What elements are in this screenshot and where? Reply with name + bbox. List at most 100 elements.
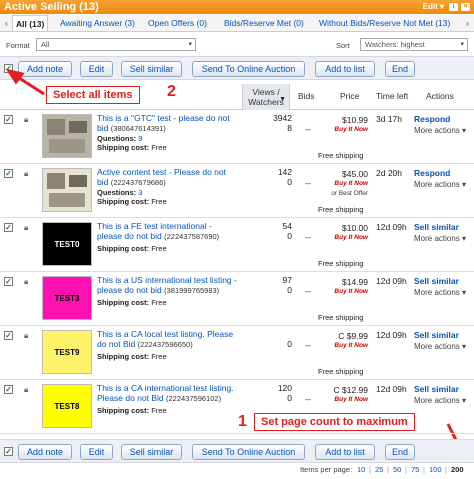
lock-icon: 🔒︎ <box>24 331 29 340</box>
buy-it-now-logo: Buy It Now <box>334 342 368 349</box>
item-thumbnail[interactable] <box>42 114 92 158</box>
page-size-25[interactable]: 25 <box>375 465 383 474</box>
price-block: $45.00 Buy It Now or Best Offer <box>318 169 368 199</box>
more-actions-dropdown[interactable]: More actions ▾ <box>414 126 466 135</box>
pager-separator: | <box>369 465 371 474</box>
time-left: 12d 09h <box>376 330 407 340</box>
add-note-button[interactable]: Add note <box>18 444 72 460</box>
questions-line: Questions: 9 <box>97 134 142 143</box>
free-shipping-label: Free shipping <box>318 313 364 322</box>
items-per-page-label: Items per page: <box>300 465 353 474</box>
select-all-checkbox-bottom[interactable]: ✓ <box>4 447 13 456</box>
item-id: (222437587690) <box>164 232 220 241</box>
shipping-label: Shipping cost: <box>97 406 150 415</box>
page-size-100[interactable]: 100 <box>429 465 442 474</box>
primary-action-link[interactable]: Sell similar <box>414 276 459 286</box>
item-title-link[interactable]: This is a CA local test listing. Please … <box>97 329 237 350</box>
questions-link[interactable]: 3 <box>138 188 142 197</box>
time-left: 2d 20h <box>376 168 402 178</box>
row-checkbox[interactable]: ✓ <box>4 331 13 340</box>
lock-icon: 🔒︎ <box>24 169 29 178</box>
row-checkbox[interactable]: ✓ <box>4 115 13 124</box>
primary-action-link[interactable]: Sell similar <box>414 222 459 232</box>
more-actions-dropdown[interactable]: More actions ▾ <box>414 342 466 351</box>
page-size-75[interactable]: 75 <box>411 465 419 474</box>
item-title-link[interactable]: Active content test - Please do not bid … <box>97 167 237 188</box>
item-id: (380647614391) <box>110 124 166 133</box>
time-left: 12d 09h <box>376 384 407 394</box>
watchers-count: 0 <box>287 339 292 349</box>
item-id: (381999765983) <box>164 286 220 295</box>
views-count: 142 <box>277 167 292 177</box>
item-id: (222437596102) <box>166 394 222 403</box>
listing-row: ✓ 🔒︎ TEST3 This is a US international test … <box>0 272 474 326</box>
primary-action-link[interactable]: Respond <box>414 168 450 178</box>
primary-action-link[interactable]: Sell similar <box>414 330 459 340</box>
thumbnail-label: TEST9 <box>54 348 80 357</box>
page-size-10[interactable]: 10 <box>357 465 365 474</box>
item-thumbnail[interactable]: TEST3 <box>42 276 92 320</box>
listing-row: ✓ 🔒︎ Active content test - Please do not b… <box>0 164 474 218</box>
views-count: 54 <box>282 221 292 231</box>
free-shipping-label: Free shipping <box>318 259 364 268</box>
shipping-line: Shipping cost: Free <box>97 143 167 152</box>
page-size-200[interactable]: 200 <box>451 465 464 474</box>
questions-link[interactable]: 9 <box>138 134 142 143</box>
buy-it-now-logo: Buy It Now <box>334 234 368 241</box>
thumb-detail <box>69 121 87 133</box>
end-button[interactable]: End <box>385 444 415 460</box>
shipping-value: Free <box>151 143 167 152</box>
item-title-link[interactable]: This is a US international test listing … <box>97 275 237 296</box>
more-actions-dropdown[interactable]: More actions ▾ <box>414 396 466 405</box>
add-to-list-button[interactable]: Add to list <box>315 444 375 460</box>
item-thumbnail[interactable] <box>42 168 92 212</box>
more-actions-dropdown[interactable]: More actions ▾ <box>414 234 466 243</box>
item-thumbnail[interactable]: TEST8 <box>42 384 92 428</box>
item-thumbnail[interactable]: TEST0 <box>42 222 92 266</box>
item-thumbnail[interactable]: TEST9 <box>42 330 92 374</box>
primary-action-link[interactable]: Sell similar <box>414 384 459 394</box>
send-to-auction-button[interactable]: Send To Online Auction <box>192 444 305 460</box>
shipping-label: Shipping cost: <box>97 244 150 253</box>
questions-label: Questions: <box>97 188 137 197</box>
questions-line: Questions: 3 <box>97 188 142 197</box>
item-title-link[interactable]: This is a CA international test listing.… <box>97 383 237 404</box>
watchers-count: 0 <box>287 177 292 187</box>
pager-separator: | <box>387 465 389 474</box>
row-checkbox[interactable]: ✓ <box>4 385 13 394</box>
buy-it-now-logo: Buy It Now <box>334 396 368 403</box>
item-title-link[interactable]: This is a FE test international - please… <box>97 221 237 242</box>
best-offer-note: or Best Offer <box>331 190 368 197</box>
lock-icon: 🔒︎ <box>24 223 29 232</box>
row-checkbox[interactable]: ✓ <box>4 223 13 232</box>
primary-action-link[interactable]: Respond <box>414 114 450 124</box>
thumbnail-label: TEST3 <box>54 294 80 303</box>
thumb-detail <box>47 173 65 189</box>
lock-icon: 🔒︎ <box>24 277 29 286</box>
row-checkbox[interactable]: ✓ <box>4 169 13 178</box>
bids-value: -- <box>305 232 311 242</box>
views-count: 120 <box>277 383 292 393</box>
more-actions-dropdown[interactable]: More actions ▾ <box>414 180 466 189</box>
sell-similar-button[interactable]: Sell similar <box>121 444 182 460</box>
free-shipping-label: Free shipping <box>318 205 364 214</box>
price-value: $10.99 <box>342 115 368 125</box>
row-checkbox[interactable]: ✓ <box>4 277 13 286</box>
watchers-count: 0 <box>287 393 292 403</box>
price-block: $10.99 Buy It Now <box>318 115 368 135</box>
price-value: C $9.99 <box>338 331 368 341</box>
shipping-line: Shipping cost: Free <box>97 244 167 253</box>
views-count: 3942 <box>273 113 292 123</box>
questions-label: Questions: <box>97 134 137 143</box>
free-shipping-label: Free shipping <box>318 151 364 160</box>
views-count: 97 <box>282 275 292 285</box>
thumb-detail <box>47 119 65 135</box>
item-title-link[interactable]: This is a "GTC" test - please do not bid… <box>97 113 237 134</box>
more-actions-dropdown[interactable]: More actions ▾ <box>414 288 466 297</box>
shipping-label: Shipping cost: <box>97 352 150 361</box>
edit-button[interactable]: Edit <box>80 444 113 460</box>
shipping-value: Free <box>151 352 167 361</box>
page-size-50[interactable]: 50 <box>393 465 401 474</box>
shipping-label: Shipping cost: <box>97 298 150 307</box>
item-id: (222437596650) <box>137 340 193 349</box>
